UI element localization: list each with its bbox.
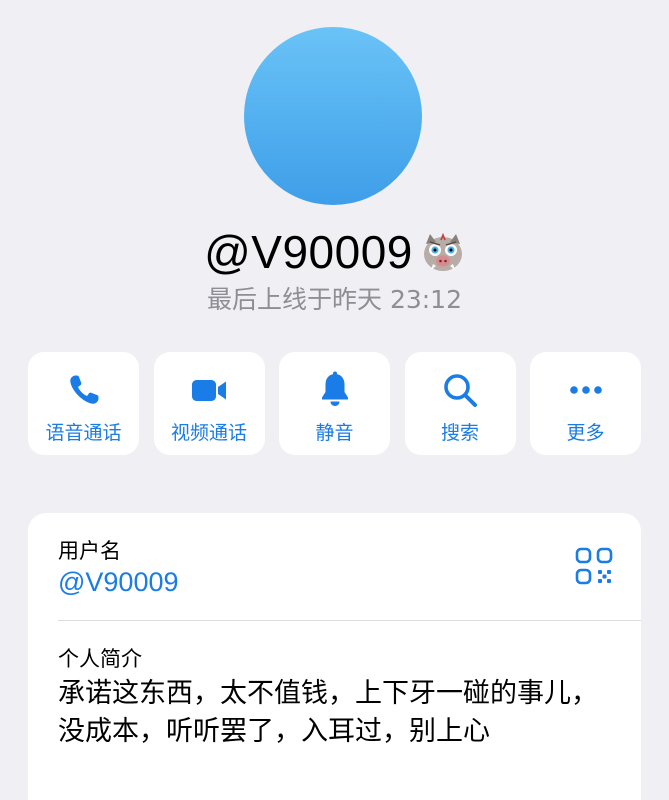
mute-label: 静音 — [315, 422, 354, 444]
display-name: @V90009 — [204, 226, 413, 278]
search-label: 搜索 — [440, 422, 479, 444]
voice-call-button[interactable]: 语音通话 — [28, 352, 139, 455]
boar-mask-emoji-icon — [421, 230, 465, 274]
search-icon — [444, 374, 477, 407]
avatar[interactable] — [244, 27, 422, 205]
more-label: 更多 — [566, 422, 605, 444]
search-button[interactable]: 搜索 — [404, 352, 516, 455]
video-call-label: 视频通话 — [170, 422, 247, 444]
bio-text: 承诺这东西，太不值钱，上下牙一碰的事儿，没成本，听听罢了，入耳过，别上心 — [58, 678, 598, 747]
qr-code-button[interactable] — [575, 547, 613, 585]
video-call-button[interactable]: 视频通话 — [153, 352, 265, 455]
qr-code-icon — [575, 547, 613, 585]
username-label: 用户名 — [58, 539, 121, 563]
name-row: @V90009 — [0, 222, 669, 282]
mute-button[interactable]: 静音 — [279, 352, 390, 455]
profile-page: @V90009 最后上线于昨天 23:12 语音通话 视频通话 静音 搜索 更多… — [0, 0, 669, 800]
more-dots-icon — [569, 386, 602, 394]
last-seen-status: 最后上线于昨天 23:12 — [207, 285, 462, 314]
more-button[interactable]: 更多 — [530, 352, 641, 455]
info-card: 用户名 @V90009 个人简介 承诺这东西，太不值钱，上下牙一碰的事儿，没成本… — [28, 513, 641, 800]
username-value[interactable]: @V90009 — [58, 567, 179, 598]
phone-icon — [69, 375, 98, 404]
divider — [58, 620, 641, 621]
bio-label: 个人简介 — [58, 647, 142, 671]
voice-call-label: 语音通话 — [45, 422, 122, 444]
video-camera-icon — [192, 380, 226, 401]
bell-icon — [321, 371, 348, 406]
action-bar: 语音通话 视频通话 静音 搜索 更多 — [28, 352, 641, 455]
